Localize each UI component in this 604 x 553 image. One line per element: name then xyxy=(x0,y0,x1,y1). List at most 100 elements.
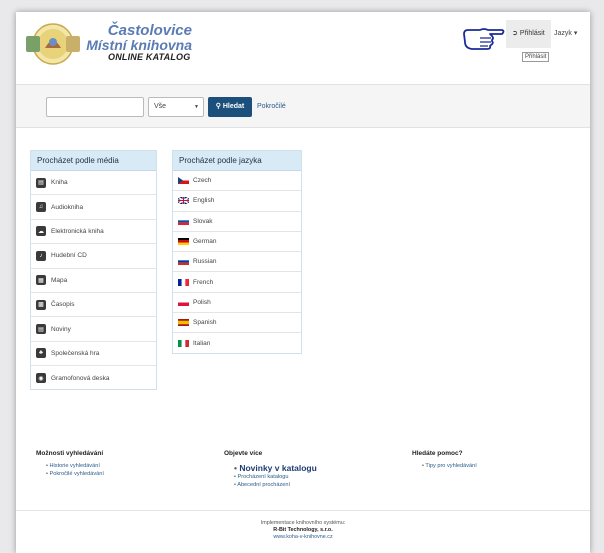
footer-divider xyxy=(16,510,590,511)
pointing-hand-icon xyxy=(463,28,505,50)
language-item-slovak[interactable]: Slovak xyxy=(173,212,301,232)
language-item-french[interactable]: French xyxy=(173,272,301,293)
media-item-hudebni-cd[interactable]: ♪ Hudební CD xyxy=(31,244,156,269)
language-item-label: Russian xyxy=(193,258,217,266)
language-item-label: Spanish xyxy=(193,319,217,327)
footer-heading: Hledáte pomoc? xyxy=(412,450,463,457)
media-item-gramofonova-deska[interactable]: ◉ Gramofonová deska xyxy=(31,366,156,390)
language-item-label: Slovak xyxy=(193,217,213,225)
media-item-label: Společenská hra xyxy=(51,349,100,357)
advanced-search-footer-link[interactable]: Pokročilé vyhledávání xyxy=(46,471,104,479)
language-item-label: French xyxy=(193,278,214,286)
media-item-label: Audiokniha xyxy=(51,203,84,211)
language-label: Jazyk xyxy=(554,30,572,37)
footer-need-help: Hledáte pomoc? Tipy pro vyhledávání xyxy=(412,450,477,471)
header: Častolovice Místní knihovna ONLINE KATAL… xyxy=(16,12,590,78)
library-logo[interactable] xyxy=(22,22,84,66)
advanced-search-link[interactable]: Pokročilé xyxy=(257,97,286,117)
language-item-label: Italian xyxy=(193,340,211,348)
media-item-mapa[interactable]: ▦ Mapa xyxy=(31,269,156,293)
map-icon: ▦ xyxy=(36,275,46,286)
cloud-icon: ☁ xyxy=(36,226,46,237)
language-item-label: Czech xyxy=(193,177,212,185)
search-scope-value: Vše xyxy=(154,103,167,110)
alphabetical-browse-link[interactable]: Abecední procházení xyxy=(234,482,317,490)
uk-flag-icon xyxy=(178,197,189,205)
german-flag-icon xyxy=(178,238,189,246)
library-title-line1: Častolovice xyxy=(107,22,192,39)
login-button[interactable]: ➲ Přihlásit xyxy=(506,20,551,48)
media-item-noviny[interactable]: ▤ Noviny xyxy=(31,317,156,342)
search-icon: ⚲ xyxy=(215,103,221,110)
czech-flag-icon xyxy=(178,177,189,185)
slovak-flag-icon xyxy=(178,217,189,225)
media-item-spolecenska-hra[interactable]: ♣ Společenská hra xyxy=(31,342,156,367)
media-item-label: Časopis xyxy=(51,301,75,309)
spanish-flag-icon xyxy=(178,319,189,327)
search-button-label: Hledat xyxy=(222,103,245,110)
polish-flag-icon xyxy=(178,298,189,306)
media-item-audiokniha[interactable]: ♫ Audiokniha xyxy=(31,195,156,220)
language-item-polish[interactable]: Polish xyxy=(173,293,301,314)
footer-search-options: Možnosti vyhledávání Historie vyhledáván… xyxy=(36,450,104,478)
search-button[interactable]: ⚲ Hledat xyxy=(208,97,252,117)
language-item-czech[interactable]: Czech xyxy=(173,171,301,192)
company-link[interactable]: www.koha-v-knihovne.cz xyxy=(16,534,590,541)
media-item-label: Gramofonová deska xyxy=(51,374,110,382)
footer-heading: Objevte více xyxy=(224,450,263,457)
italian-flag-icon xyxy=(178,340,189,348)
language-item-english[interactable]: English xyxy=(173,191,301,212)
language-item-russian[interactable]: Russian xyxy=(173,252,301,273)
book-icon: ▤ xyxy=(36,177,46,188)
new-items-link[interactable]: Novinky v katalogu xyxy=(234,463,316,474)
language-item-label: English xyxy=(193,197,215,205)
search-tips-link[interactable]: Tipy pro vyhledávání xyxy=(422,463,476,471)
french-flag-icon xyxy=(178,278,189,286)
implementation-credits: Implementace knihovního systému: R-Bit T… xyxy=(16,520,590,541)
media-item-casopis[interactable]: ▩ Časopis xyxy=(31,293,156,318)
language-item-label: Polish xyxy=(193,298,211,306)
media-item-label: Hudební CD xyxy=(51,252,87,260)
media-item-kniha[interactable]: ▤ Kniha xyxy=(31,171,156,196)
chevron-down-icon: ▼ xyxy=(194,104,199,110)
search-scope-select[interactable]: Vše ▼ xyxy=(148,97,204,117)
panel-title: Procházet podle média xyxy=(31,151,156,171)
panel-title: Procházet podle jazyka xyxy=(173,151,301,171)
media-item-label: Mapa xyxy=(51,276,68,284)
browse-by-media-panel: Procházet podle média ▤ Kniha ♫ Audiokniha… xyxy=(30,150,157,390)
search-input[interactable] xyxy=(46,97,144,117)
login-label: Přihlásit xyxy=(519,30,545,37)
media-item-label: Kniha xyxy=(51,179,68,187)
vinyl-icon: ◉ xyxy=(36,373,46,384)
search-history-link[interactable]: Historie vyhledávání xyxy=(46,463,104,471)
page: Častolovice Místní knihovna ONLINE KATAL… xyxy=(16,12,590,553)
media-item-label: Noviny xyxy=(51,325,71,333)
catalog-subtitle: ONLINE KATALOG xyxy=(108,52,191,62)
footer-discover-more: Objevte více Novinky v katalogu Procháze… xyxy=(224,450,317,489)
magazine-icon: ▩ xyxy=(36,299,46,310)
company-name: R-Bit Technology, s.r.o. xyxy=(273,527,333,533)
language-item-italian[interactable]: Italian xyxy=(173,333,301,353)
music-icon: ♪ xyxy=(36,250,46,261)
library-title-line2: Místní knihovna xyxy=(86,37,192,53)
language-item-spanish[interactable]: Spanish xyxy=(173,313,301,334)
login-tooltip: Přihlásit xyxy=(522,52,550,62)
footer-heading: Možnosti vyhledávání xyxy=(36,450,104,457)
puzzle-icon: ♣ xyxy=(36,348,46,359)
search-bar: Vše ▼ ⚲ Hledat Pokročilé xyxy=(16,84,590,128)
login-icon: ➲ xyxy=(512,30,518,37)
chevron-down-icon: ▾ xyxy=(573,30,578,37)
browse-catalog-link[interactable]: Procházení katalogu xyxy=(234,474,317,482)
audio-icon: ♫ xyxy=(36,202,46,213)
library-title: Častolovice Místní knihovna xyxy=(82,22,192,53)
browse-by-language-panel: Procházet podle jazyka Czech English Slo… xyxy=(172,150,302,354)
media-item-elektronicka-kniha[interactable]: ☁ Elektronická kniha xyxy=(31,220,156,245)
media-item-label: Elektronická kniha xyxy=(51,227,104,235)
language-dropdown[interactable]: Jazyk ▾ xyxy=(554,20,577,48)
footer: Možnosti vyhledávání Historie vyhledáván… xyxy=(16,440,590,510)
russian-flag-icon xyxy=(178,258,189,266)
implementation-text: Implementace knihovního systému: xyxy=(260,520,346,526)
language-item-label: German xyxy=(193,238,217,246)
language-item-german[interactable]: German xyxy=(173,232,301,253)
newspaper-icon: ▤ xyxy=(36,324,46,335)
